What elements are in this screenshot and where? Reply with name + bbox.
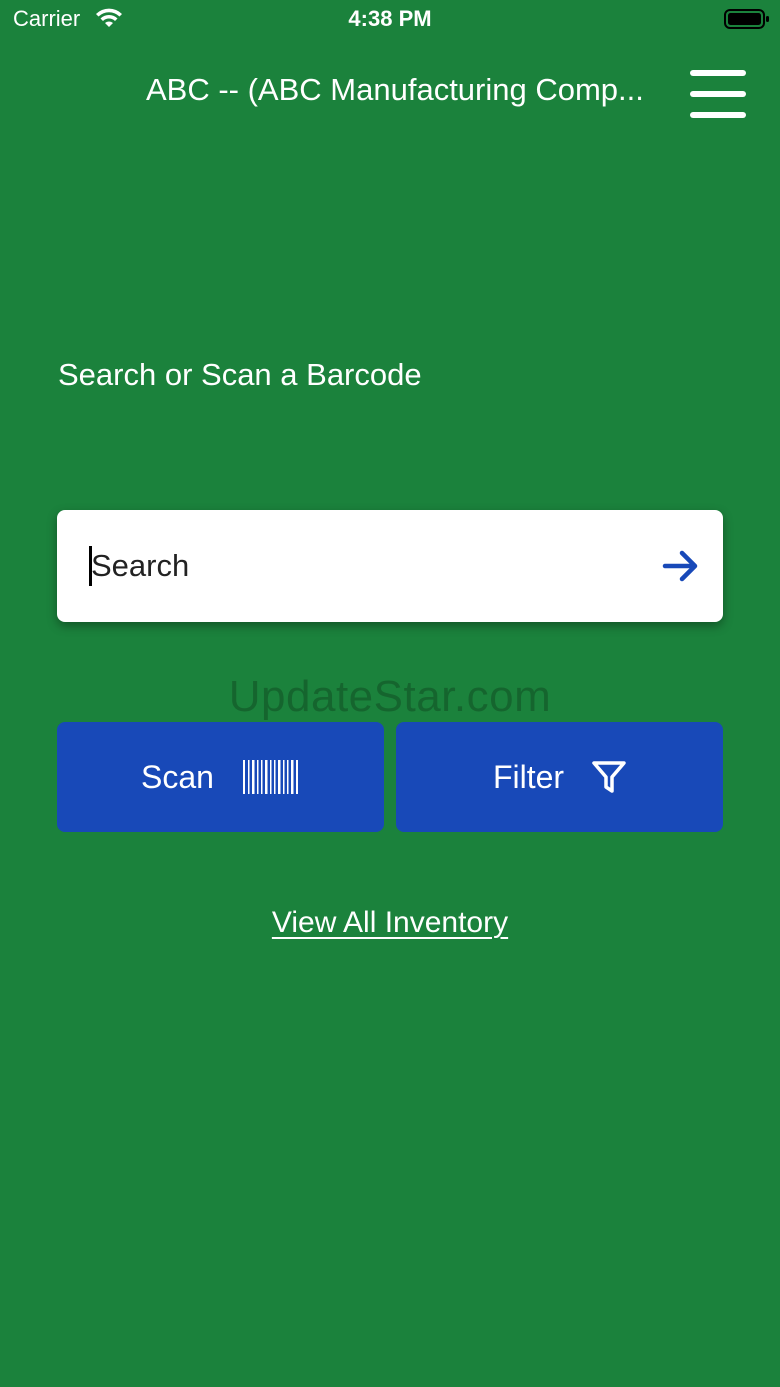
menu-bar-bottom [690, 112, 746, 118]
search-box [57, 510, 723, 622]
battery-icon [724, 9, 769, 29]
status-time: 4:38 PM [348, 6, 432, 31]
status-bar: Carrier 4:38 PM [0, 0, 780, 40]
view-all-inventory-link[interactable]: View All Inventory [0, 906, 780, 940]
menu-bar-middle [690, 91, 746, 97]
filter-icon [592, 761, 626, 793]
search-input[interactable] [87, 538, 651, 594]
filter-button-label: Filter [492, 758, 565, 795]
hamburger-menu-icon[interactable] [688, 68, 748, 120]
search-prompt: Search or Scan a Barcode [58, 357, 422, 392]
header-title: ABC -- (ABC Manufacturing Comp... [146, 72, 644, 107]
scan-button[interactable]: Scan [57, 722, 384, 832]
watermark: UpdateStar.com [228, 672, 552, 721]
view-all-inventory-label: View All Inventory [271, 906, 509, 939]
scan-button-label: Scan [141, 758, 214, 795]
menu-bar-top [690, 70, 746, 76]
barcode-icon [242, 760, 298, 794]
arrow-right-icon[interactable] [661, 548, 701, 584]
filter-button[interactable]: Filter [396, 722, 723, 832]
text-caret [89, 546, 92, 586]
inventory-search-screen: Carrier 4:38 PM ABC -- (ABC Manufacturin… [0, 0, 780, 1387]
